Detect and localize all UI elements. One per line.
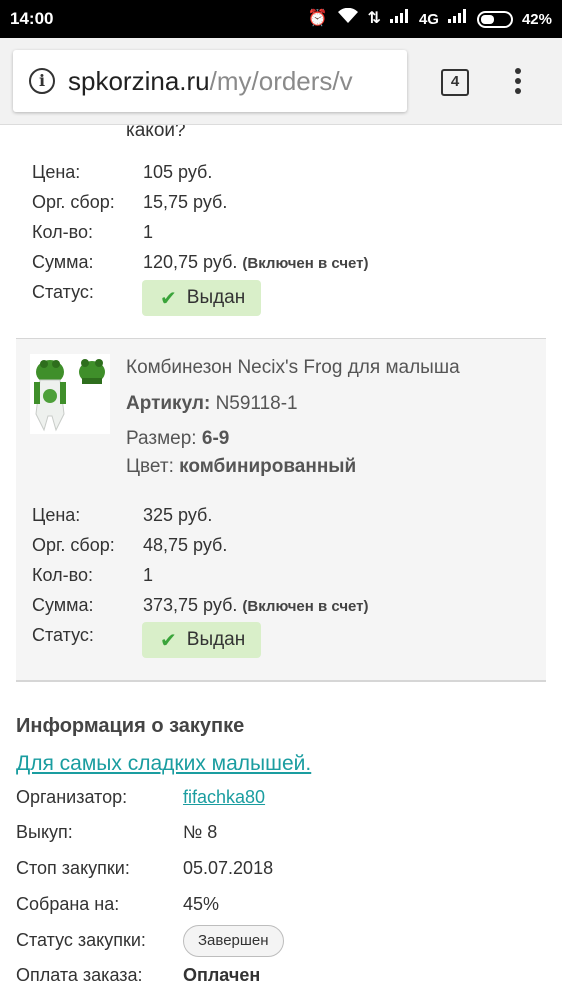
sum-value: 373,75 руб. (143, 595, 238, 615)
prev-sum-value: 120,75 руб. (143, 252, 238, 272)
purchase-status-pill: Завершен (183, 925, 284, 957)
prev-price-label: Цена: (32, 162, 81, 182)
status-icons: ⏰ ⇅ 4G 42% (307, 7, 552, 30)
sum-note: (Включен в счет) (242, 598, 369, 615)
price-label: Цена: (32, 505, 81, 525)
color-value: комбинированный (179, 456, 357, 477)
alarm-icon: ⏰ (307, 10, 328, 27)
address-bar[interactable]: i spkorzina.ru/my/orders/v (13, 50, 407, 112)
browser-toolbar: i spkorzina.ru/my/orders/v 4 (0, 38, 562, 125)
check-icon: ✔ (160, 287, 177, 310)
overflow-menu-icon[interactable] (511, 68, 525, 98)
size-label: Размер: (126, 428, 197, 449)
fee-value: 48,75 руб. (143, 535, 228, 555)
payment-label: Оплата заказа: (16, 965, 143, 985)
check-icon: ✔ (160, 629, 177, 652)
color-line: Цвет: комбинированный (126, 456, 356, 478)
url-path: /my/orders/v (209, 66, 353, 96)
size-line: Размер: 6-9 (126, 428, 229, 450)
section-divider (16, 680, 546, 682)
collected-label: Собрана на: (16, 894, 120, 914)
prev-status-badge: ✔ Выдан (142, 280, 262, 316)
fee-label: Орг. сбор: (32, 535, 115, 555)
stop-date-value: 05.07.2018 (183, 858, 274, 878)
data-transfer-icon: ⇅ (367, 10, 381, 27)
size-value: 6-9 (201, 428, 230, 449)
tab-switcher-button[interactable]: 4 (441, 69, 469, 96)
article-label: Артикул: (126, 393, 211, 414)
status-badge: ✔ Выдан (142, 622, 262, 658)
wifi-icon (337, 7, 359, 30)
buyout-value: № 8 (183, 822, 218, 842)
prev-price-value: 105 руб. (143, 162, 213, 182)
prev-sum-label: Сумма: (32, 252, 94, 272)
status-label: Статус: (32, 625, 94, 645)
prev-qty-value: 1 (143, 222, 154, 242)
battery-icon (476, 10, 513, 28)
signal-icon-1 (389, 9, 410, 29)
sum-label: Сумма: (32, 595, 94, 615)
qty-value: 1 (143, 565, 154, 585)
prev-item-title-tail: какой? (126, 125, 186, 141)
prev-qty-label: Кол-во: (32, 222, 93, 242)
prev-status-text: Выдан (186, 287, 246, 308)
signal-icon-2 (447, 9, 468, 29)
url-domain: spkorzina.ru (68, 66, 210, 96)
system-status-bar: 14:00 ⏰ ⇅ 4G 42% (0, 0, 562, 38)
buyout-label: Выкуп: (16, 822, 73, 842)
order-item-card: Комбинезон Necix's Frog для малыша Артик… (16, 338, 546, 681)
organizer-label: Организатор: (16, 787, 128, 807)
collected-value: 45% (183, 894, 220, 914)
purchase-link[interactable]: Для самых сладких малышей. (16, 752, 311, 776)
product-thumbnail[interactable] (30, 354, 110, 434)
stop-date-label: Стоп закупки: (16, 858, 130, 878)
organizer-link[interactable]: fifachka80 (183, 787, 265, 808)
price-value: 325 руб. (143, 505, 213, 525)
url-text[interactable]: spkorzina.ru/my/orders/v (68, 66, 353, 97)
purchase-status-label: Статус закупки: (16, 930, 146, 950)
clock: 14:00 (10, 9, 54, 28)
article-line: Артикул: N59118-1 (126, 393, 298, 415)
color-label: Цвет: (126, 456, 174, 477)
prev-fee-value: 15,75 руб. (143, 192, 228, 212)
product-title: Комбинезон Necix's Frog для малыша (126, 357, 460, 378)
status-text: Выдан (186, 629, 246, 650)
site-info-icon[interactable]: i (29, 68, 55, 94)
purchase-info-title: Информация о закупке (16, 715, 245, 737)
prev-fee-label: Орг. сбор: (32, 192, 115, 212)
network-type: 4G (418, 10, 439, 28)
qty-label: Кол-во: (32, 565, 93, 585)
prev-sum-note: (Включен в счет) (242, 255, 369, 272)
battery-level: 42% (521, 10, 552, 28)
page-content: какой? Цена: 105 руб. Орг. сбор: 15,75 р… (0, 125, 562, 1000)
prev-status-label: Статус: (32, 282, 94, 302)
article-value: N59118-1 (215, 393, 298, 414)
payment-value: Оплачен (183, 965, 261, 985)
